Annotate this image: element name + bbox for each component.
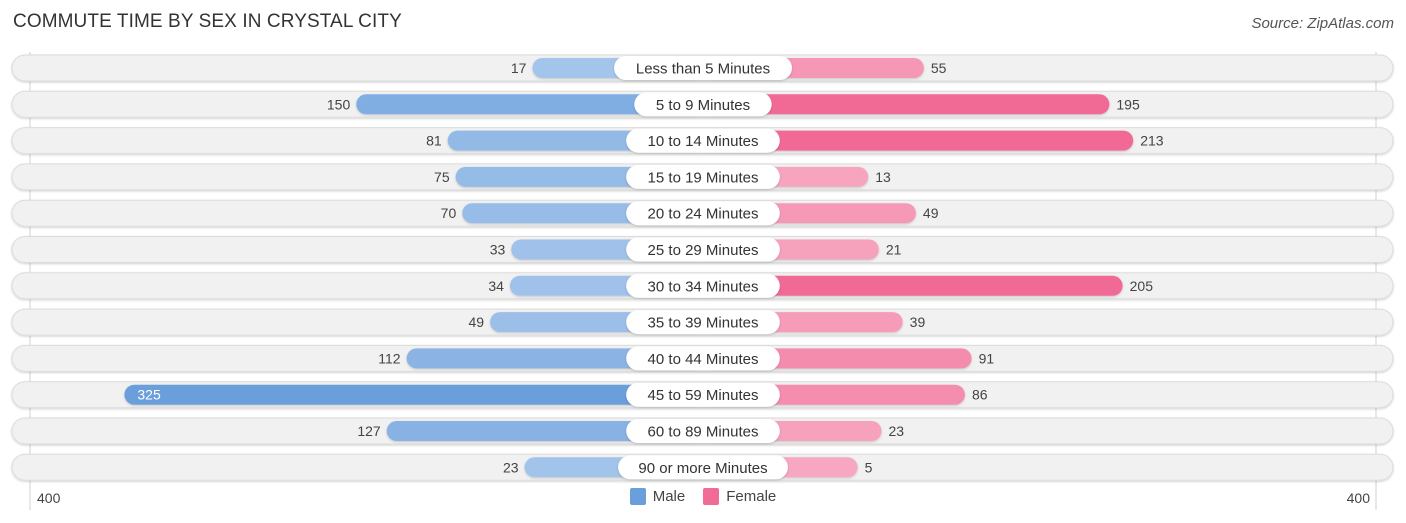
category-label: 60 to 89 Minutes <box>648 424 759 441</box>
value-label-female: 21 <box>886 242 902 258</box>
category-label: 35 to 39 Minutes <box>648 315 759 332</box>
legend: Male Female <box>0 488 1406 505</box>
value-label-male: 17 <box>511 60 527 76</box>
value-label-female: 213 <box>1140 133 1164 149</box>
value-label-male: 70 <box>441 205 457 221</box>
value-label-male: 34 <box>488 278 504 294</box>
value-label-male: 112 <box>378 350 401 366</box>
bar-male <box>124 384 703 405</box>
value-label-female: 91 <box>979 350 995 366</box>
category-label: 45 to 59 Minutes <box>648 387 759 404</box>
value-label-male: 325 <box>137 387 161 403</box>
category-label: 5 to 9 Minutes <box>656 97 750 114</box>
value-label-male: 150 <box>327 96 351 112</box>
value-label-male: 75 <box>434 169 450 185</box>
value-label-female: 5 <box>865 459 873 475</box>
category-label: 15 to 19 Minutes <box>648 169 759 186</box>
legend-label-female: Female <box>726 488 777 505</box>
category-label: 20 to 24 Minutes <box>648 206 759 223</box>
category-label: Less than 5 Minutes <box>636 61 770 78</box>
legend-item-female: Female <box>703 488 776 505</box>
legend-swatch-female <box>703 488 720 505</box>
category-label: 25 to 29 Minutes <box>648 242 759 259</box>
value-label-female: 55 <box>931 60 947 76</box>
chart-area: 17 55 Less than 5 Minutes 150 195 5 to 9 Minu… <box>11 52 1394 510</box>
value-label-male: 33 <box>490 242 506 258</box>
legend-item-male: Male <box>629 488 686 505</box>
value-label-female: 13 <box>875 169 891 185</box>
value-label-male: 49 <box>468 314 484 330</box>
category-label: 30 to 34 Minutes <box>648 278 759 295</box>
value-label-male: 81 <box>426 133 442 149</box>
value-label-male: 127 <box>357 423 381 439</box>
value-label-female: 39 <box>910 314 926 330</box>
legend-label-male: Male <box>652 488 686 505</box>
value-label-female: 205 <box>1130 278 1154 294</box>
value-label-female: 49 <box>923 205 939 221</box>
category-label: 90 or more Minutes <box>638 460 767 477</box>
value-label-male: 23 <box>503 459 519 475</box>
value-label-female: 23 <box>888 423 904 439</box>
category-label: 40 to 44 Minutes <box>648 351 759 368</box>
value-label-female: 86 <box>972 387 988 403</box>
value-label-female: 195 <box>1116 96 1140 112</box>
category-label: 10 to 14 Minutes <box>648 133 759 150</box>
legend-swatch-male <box>629 488 646 505</box>
